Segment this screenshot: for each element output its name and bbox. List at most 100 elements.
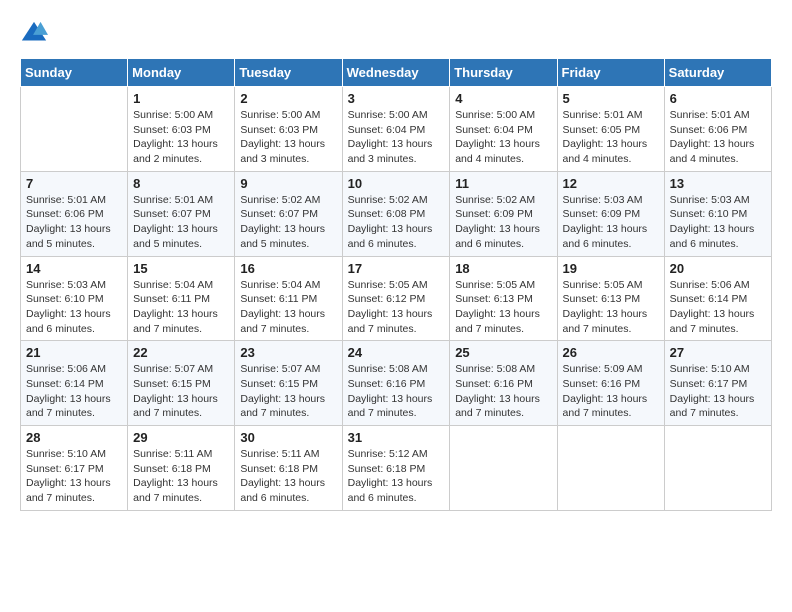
cell-content: Sunrise: 5:00 AMSunset: 6:04 PMDaylight:… [348,108,445,167]
day-number: 24 [348,345,445,360]
day-number: 23 [240,345,336,360]
day-number: 20 [670,261,766,276]
day-number: 16 [240,261,336,276]
logo-icon [20,20,48,48]
day-number: 1 [133,91,229,106]
calendar-cell [450,426,557,511]
calendar-cell: 3 Sunrise: 5:00 AMSunset: 6:04 PMDaylight… [342,87,450,172]
cell-content: Sunrise: 5:03 AMSunset: 6:09 PMDaylight:… [563,193,659,252]
day-number: 11 [455,176,551,191]
calendar-cell: 22 Sunrise: 5:07 AMSunset: 6:15 PMDayligh… [128,341,235,426]
calendar-cell: 6 Sunrise: 5:01 AMSunset: 6:06 PMDaylight… [664,87,771,172]
day-number: 5 [563,91,659,106]
calendar-cell: 16 Sunrise: 5:04 AMSunset: 6:11 PMDayligh… [235,256,342,341]
cell-content: Sunrise: 5:04 AMSunset: 6:11 PMDaylight:… [240,278,336,337]
day-number: 8 [133,176,229,191]
calendar-week-row: 1 Sunrise: 5:00 AMSunset: 6:03 PMDaylight… [21,87,772,172]
day-number: 7 [26,176,122,191]
cell-content: Sunrise: 5:05 AMSunset: 6:12 PMDaylight:… [348,278,445,337]
calendar-cell: 24 Sunrise: 5:08 AMSunset: 6:16 PMDayligh… [342,341,450,426]
day-number: 28 [26,430,122,445]
calendar-cell: 8 Sunrise: 5:01 AMSunset: 6:07 PMDaylight… [128,171,235,256]
cell-content: Sunrise: 5:12 AMSunset: 6:18 PMDaylight:… [348,447,445,506]
calendar-cell: 10Sunrise: 5:02 AMSunset: 6:08 PMDayligh… [342,171,450,256]
calendar-cell [557,426,664,511]
calendar-cell: 14Sunrise: 5:03 AMSunset: 6:10 PMDayligh… [21,256,128,341]
weekday-header: Monday [128,59,235,87]
cell-content: Sunrise: 5:10 AMSunset: 6:17 PMDaylight:… [26,447,122,506]
calendar-week-row: 21 Sunrise: 5:06 AMSunset: 6:14 PMDayligh… [21,341,772,426]
calendar-cell: 30Sunrise: 5:11 AMSunset: 6:18 PMDayligh… [235,426,342,511]
cell-content: Sunrise: 5:07 AMSunset: 6:15 PMDaylight:… [240,362,336,421]
day-number: 29 [133,430,229,445]
calendar-cell: 23 Sunrise: 5:07 AMSunset: 6:15 PMDayligh… [235,341,342,426]
cell-content: Sunrise: 5:00 AMSunset: 6:03 PMDaylight:… [240,108,336,167]
calendar-cell: 13 Sunrise: 5:03 AMSunset: 6:10 PMDayligh… [664,171,771,256]
day-number: 22 [133,345,229,360]
calendar-cell: 12 Sunrise: 5:03 AMSunset: 6:09 PMDayligh… [557,171,664,256]
calendar-cell: 31 Sunrise: 5:12 AMSunset: 6:18 PMDayligh… [342,426,450,511]
calendar-cell: 21 Sunrise: 5:06 AMSunset: 6:14 PMDayligh… [21,341,128,426]
page-header [20,20,772,48]
calendar-cell: 25 Sunrise: 5:08 AMSunset: 6:16 PMDayligh… [450,341,557,426]
cell-content: Sunrise: 5:07 AMSunset: 6:15 PMDaylight:… [133,362,229,421]
weekday-header: Wednesday [342,59,450,87]
calendar-cell: 29 Sunrise: 5:11 AMSunset: 6:18 PMDayligh… [128,426,235,511]
calendar-cell: 26Sunrise: 5:09 AMSunset: 6:16 PMDayligh… [557,341,664,426]
cell-content: Sunrise: 5:00 AMSunset: 6:03 PMDaylight:… [133,108,229,167]
day-number: 13 [670,176,766,191]
cell-content: Sunrise: 5:02 AMSunset: 6:08 PMDaylight:… [348,193,445,252]
cell-content: Sunrise: 5:02 AMSunset: 6:07 PMDaylight:… [240,193,336,252]
cell-content: Sunrise: 5:01 AMSunset: 6:06 PMDaylight:… [26,193,122,252]
cell-content: Sunrise: 5:03 AMSunset: 6:10 PMDaylight:… [26,278,122,337]
calendar-cell: 9 Sunrise: 5:02 AMSunset: 6:07 PMDaylight… [235,171,342,256]
day-number: 31 [348,430,445,445]
calendar-cell: 5 Sunrise: 5:01 AMSunset: 6:05 PMDaylight… [557,87,664,172]
cell-content: Sunrise: 5:11 AMSunset: 6:18 PMDaylight:… [133,447,229,506]
calendar-cell: 15 Sunrise: 5:04 AMSunset: 6:11 PMDayligh… [128,256,235,341]
calendar-cell: 27 Sunrise: 5:10 AMSunset: 6:17 PMDayligh… [664,341,771,426]
calendar-cell: 18 Sunrise: 5:05 AMSunset: 6:13 PMDayligh… [450,256,557,341]
weekday-header: Thursday [450,59,557,87]
cell-content: Sunrise: 5:11 AMSunset: 6:18 PMDaylight:… [240,447,336,506]
cell-content: Sunrise: 5:01 AMSunset: 6:06 PMDaylight:… [670,108,766,167]
calendar-cell: 4Sunrise: 5:00 AMSunset: 6:04 PMDaylight… [450,87,557,172]
calendar-week-row: 28 Sunrise: 5:10 AMSunset: 6:17 PMDayligh… [21,426,772,511]
cell-content: Sunrise: 5:01 AMSunset: 6:05 PMDaylight:… [563,108,659,167]
calendar-cell: 1 Sunrise: 5:00 AMSunset: 6:03 PMDaylight… [128,87,235,172]
day-number: 3 [348,91,445,106]
calendar-cell: 28 Sunrise: 5:10 AMSunset: 6:17 PMDayligh… [21,426,128,511]
calendar-cell [664,426,771,511]
day-number: 27 [670,345,766,360]
cell-content: Sunrise: 5:08 AMSunset: 6:16 PMDaylight:… [455,362,551,421]
day-number: 17 [348,261,445,276]
day-number: 6 [670,91,766,106]
calendar-cell: 7 Sunrise: 5:01 AMSunset: 6:06 PMDaylight… [21,171,128,256]
day-number: 18 [455,261,551,276]
cell-content: Sunrise: 5:10 AMSunset: 6:17 PMDaylight:… [670,362,766,421]
logo [20,20,52,48]
calendar-header-row: SundayMondayTuesdayWednesdayThursdayFrid… [21,59,772,87]
day-number: 21 [26,345,122,360]
calendar-cell: 17 Sunrise: 5:05 AMSunset: 6:12 PMDayligh… [342,256,450,341]
day-number: 9 [240,176,336,191]
calendar-cell: 11Sunrise: 5:02 AMSunset: 6:09 PMDayligh… [450,171,557,256]
cell-content: Sunrise: 5:04 AMSunset: 6:11 PMDaylight:… [133,278,229,337]
day-number: 26 [563,345,659,360]
cell-content: Sunrise: 5:06 AMSunset: 6:14 PMDaylight:… [26,362,122,421]
cell-content: Sunrise: 5:01 AMSunset: 6:07 PMDaylight:… [133,193,229,252]
calendar-cell: 20 Sunrise: 5:06 AMSunset: 6:14 PMDayligh… [664,256,771,341]
weekday-header: Tuesday [235,59,342,87]
day-number: 12 [563,176,659,191]
calendar-table: SundayMondayTuesdayWednesdayThursdayFrid… [20,58,772,511]
weekday-header: Friday [557,59,664,87]
day-number: 2 [240,91,336,106]
cell-content: Sunrise: 5:06 AMSunset: 6:14 PMDaylight:… [670,278,766,337]
day-number: 4 [455,91,551,106]
cell-content: Sunrise: 5:08 AMSunset: 6:16 PMDaylight:… [348,362,445,421]
cell-content: Sunrise: 5:03 AMSunset: 6:10 PMDaylight:… [670,193,766,252]
cell-content: Sunrise: 5:05 AMSunset: 6:13 PMDaylight:… [563,278,659,337]
day-number: 25 [455,345,551,360]
day-number: 15 [133,261,229,276]
cell-content: Sunrise: 5:05 AMSunset: 6:13 PMDaylight:… [455,278,551,337]
